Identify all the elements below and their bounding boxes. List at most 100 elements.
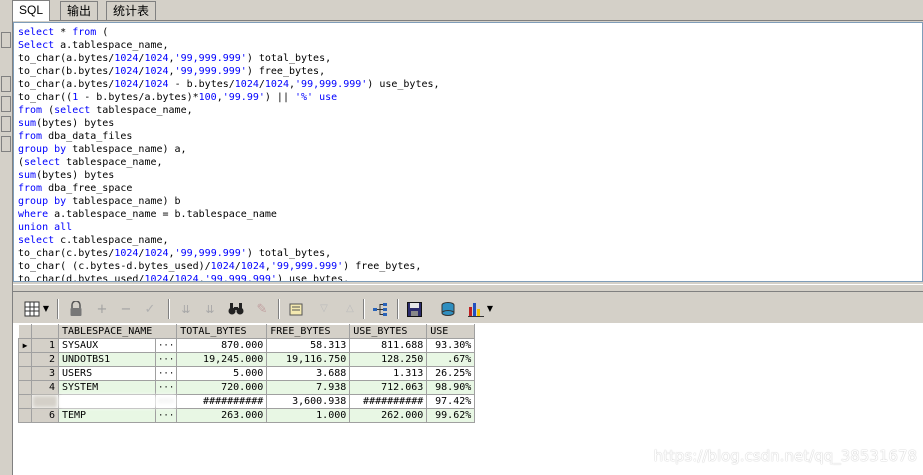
query-plan-icon[interactable] [371, 300, 389, 318]
table-row[interactable]: ··· ########## 3,600.938 ########## 97.42% [18, 394, 476, 409]
cell-total-bytes[interactable]: 870.000 [176, 338, 268, 353]
column-header-use[interactable]: USE [426, 324, 476, 339]
code-token: '99,999.999' [295, 79, 368, 90]
code-token: from [72, 27, 97, 38]
code-token: 1024 [144, 79, 169, 90]
column-header-tablespace-name[interactable]: TABLESPACE_NAME [57, 324, 178, 339]
code-token: 1024 [264, 79, 289, 90]
tab-output[interactable]: 输出 [60, 1, 99, 20]
cell-tablespace-name[interactable]: SYSAUX [58, 338, 156, 353]
single-record-view-icon[interactable] [287, 300, 305, 318]
cell-edit-button[interactable]: ··· [154, 366, 178, 381]
cell-free-bytes[interactable]: 3,600.938 [266, 394, 351, 409]
fetch-next-icon[interactable]: ⇊ [177, 300, 195, 318]
cell-edit-button[interactable]: ··· [154, 380, 178, 395]
cell-use-bytes[interactable]: 262.000 [349, 408, 428, 423]
gutter-button[interactable] [1, 116, 11, 132]
code-token: 1024 [234, 79, 259, 90]
cell-free-bytes[interactable]: 19,116.750 [266, 352, 351, 367]
cell-tablespace-name[interactable] [58, 394, 156, 409]
code-token: where [18, 209, 49, 220]
cell-tablespace-name[interactable]: SYSTEM [58, 380, 156, 395]
code-token: group by [18, 144, 67, 155]
table-row[interactable]: 2 UNDOTBS1 ··· 19,245.000 19,116.750 128.250.… [18, 352, 476, 367]
fetch-last-icon[interactable]: ⇊ [201, 300, 219, 318]
code-token: from [18, 183, 43, 194]
gutter-button[interactable] [1, 96, 11, 112]
previous-record-icon[interactable]: △ [341, 300, 359, 318]
cell-use-bytes[interactable]: 1.313 [349, 366, 428, 381]
pane-splitter[interactable] [13, 284, 923, 292]
code-line: from dba_data_files [18, 130, 132, 143]
cell-use[interactable]: 98.90% [426, 380, 476, 395]
save-icon[interactable] [405, 300, 423, 318]
cell-use-bytes[interactable]: 712.063 [349, 380, 428, 395]
cell-total-bytes[interactable]: 263.000 [176, 408, 268, 423]
table-row[interactable]: 6 TEMP ··· 263.000 1.000 262.000 99.62% [18, 408, 476, 423]
cell-use-bytes[interactable]: ########## [349, 394, 428, 409]
code-line: to_char(a.bytes/1024/1024,'99,999.999') … [18, 52, 331, 65]
code-token: dba_data_files [42, 131, 133, 142]
column-header-use-bytes[interactable]: USE_BYTES [349, 324, 428, 339]
code-token: tablespace_name, [60, 157, 163, 168]
column-header-total-bytes[interactable]: TOTAL_BYTES [176, 324, 268, 339]
gutter-button[interactable] [1, 76, 11, 92]
lock-icon[interactable] [67, 300, 85, 318]
grid-corner [31, 324, 59, 339]
cell-tablespace-name[interactable]: USERS [58, 366, 156, 381]
code-token: 1024 [144, 66, 169, 77]
cell-use[interactable]: 26.25% [426, 366, 476, 381]
cell-free-bytes[interactable]: 3.688 [266, 366, 351, 381]
code-token: '99,999.999' [204, 274, 277, 282]
row-indicator [18, 352, 32, 367]
code-line: from (select tablespace_name, [18, 104, 193, 117]
cell-edit-button[interactable]: ··· [154, 394, 178, 409]
cell-total-bytes[interactable]: 19,245.000 [176, 352, 268, 367]
code-token: ) total_bytes, [246, 248, 332, 259]
cell-use[interactable]: 99.62% [426, 408, 476, 423]
cell-free-bytes[interactable]: 58.313 [266, 338, 351, 353]
cell-edit-button[interactable]: ··· [154, 352, 178, 367]
code-token: '99,999.999' [174, 53, 247, 64]
cell-edit-button[interactable]: ··· [154, 338, 178, 353]
row-indicator: ▶ [18, 338, 32, 353]
cell-tablespace-name[interactable]: TEMP [58, 408, 156, 423]
code-line: union all [18, 221, 72, 234]
export-icon[interactable] [439, 300, 457, 318]
chevron-down-icon[interactable]: ▼ [485, 300, 495, 318]
tab-statistics[interactable]: 统计表 [106, 1, 157, 20]
cell-tablespace-name[interactable]: UNDOTBS1 [58, 352, 156, 367]
table-row[interactable]: 4 SYSTEM ··· 720.000 7.938 712.063 98.90% [18, 380, 476, 395]
add-row-icon[interactable]: + [93, 300, 111, 318]
chevron-down-icon[interactable]: ▼ [41, 300, 51, 318]
cell-total-bytes[interactable]: ########## [176, 394, 268, 409]
post-changes-icon[interactable]: ✓ [141, 300, 159, 318]
delete-row-icon[interactable]: − [117, 300, 135, 318]
gutter-button[interactable] [1, 136, 11, 152]
code-token: c.tablespace_name, [54, 235, 169, 246]
cell-free-bytes[interactable]: 7.938 [266, 380, 351, 395]
table-row[interactable]: 3 USERS ··· 5.000 3.688 1.313 26.25% [18, 366, 476, 381]
binoculars-icon[interactable] [227, 300, 245, 318]
cell-use-bytes[interactable]: 811.688 [349, 338, 428, 353]
gutter-button[interactable] [1, 32, 11, 48]
cell-edit-button[interactable]: ··· [154, 408, 178, 423]
cell-total-bytes[interactable]: 5.000 [176, 366, 268, 381]
left-gutter [0, 20, 13, 475]
column-header-free-bytes[interactable]: FREE_BYTES [266, 324, 351, 339]
sql-editor[interactable]: select * from (Select a.tablespace_name,… [13, 22, 923, 282]
next-record-icon[interactable]: ▽ [315, 300, 333, 318]
cell-use[interactable]: 97.42% [426, 394, 476, 409]
tab-sql[interactable]: SQL [12, 0, 51, 21]
cell-total-bytes[interactable]: 720.000 [176, 380, 268, 395]
cell-use[interactable]: 93.30% [426, 338, 476, 353]
cell-use[interactable]: .67% [426, 352, 476, 367]
cell-use-bytes[interactable]: 128.250 [349, 352, 428, 367]
grid-view-icon[interactable] [23, 300, 41, 318]
table-row[interactable]: ▶ 1 SYSAUX ··· 870.000 58.313 811.688 93.30% [18, 338, 476, 353]
cell-free-bytes[interactable]: 1.000 [266, 408, 351, 423]
code-line: select c.tablespace_name, [18, 234, 169, 247]
clear-record-icon[interactable]: ✎ [253, 300, 271, 318]
code-line: group by tablespace_name) b [18, 195, 181, 208]
bar-chart-icon[interactable] [467, 300, 485, 318]
